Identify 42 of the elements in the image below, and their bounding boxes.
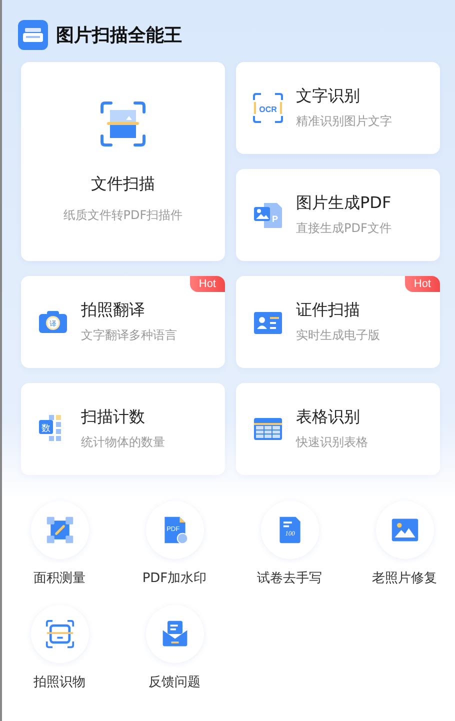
app-title: 图片扫描全能王 [56, 24, 182, 47]
pdf-document-icon [164, 516, 188, 544]
card-subtitle: 快速识别表格 [296, 434, 368, 451]
tool-label: 老照片修复 [372, 570, 437, 587]
document-scan-icon [99, 100, 147, 148]
card-title: 文字识别 [296, 86, 361, 107]
icon-label: P [272, 214, 278, 224]
card-subtitle: 实时生成电子版 [296, 327, 380, 344]
scan-object-icon [44, 619, 74, 649]
hot-badge: Hot [404, 276, 440, 292]
tool-label: 试卷去手写 [257, 570, 322, 587]
card-title: 图片生成PDF [296, 193, 392, 214]
feature-card[interactable]: OCR 文字识别 精准识别图片文字 [236, 62, 440, 154]
icon-label: 数 [42, 424, 50, 434]
tool-label: PDF加水印 [142, 570, 207, 587]
tool-label: 拍照识物 [34, 674, 86, 691]
card-subtitle: 文字翻译多种语言 [81, 327, 177, 344]
card-title: 扫描计数 [81, 407, 146, 428]
tool-label: 面积测量 [34, 570, 86, 587]
feature-card[interactable]: 表格识别 快速识别表格 [236, 383, 440, 475]
feature-card[interactable]: Hot 证件扫描 实时生成电子版 [236, 276, 440, 368]
grid-count-icon [39, 415, 61, 441]
card-subtitle: 直接生成PDF文件 [296, 220, 392, 237]
icon-label: OCR [259, 105, 277, 114]
exam-paper-icon [279, 516, 300, 544]
area-measure-icon [44, 515, 74, 545]
tool-label: 反馈问题 [148, 674, 200, 691]
card-subtitle: 精准识别图片文字 [296, 113, 392, 130]
card-title: 证件扫描 [296, 300, 361, 321]
card-title: 文件扫描 [90, 174, 156, 194]
card-title: 拍照翻译 [81, 300, 146, 321]
feature-card[interactable]: 文件扫描 纸质文件转PDF扫描件 [21, 62, 225, 261]
ocr-frame-icon [253, 93, 283, 123]
card-title: 表格识别 [296, 407, 361, 428]
card-subtitle: 统计物体的数量 [81, 434, 165, 451]
hot-badge: Hot [190, 276, 225, 292]
card-subtitle: 纸质文件转PDF扫描件 [63, 206, 183, 224]
image-document-icon [254, 203, 282, 228]
feature-card[interactable]: P 图片生成PDF 直接生成PDF文件 [236, 169, 440, 261]
camera-icon [39, 311, 67, 333]
feature-card[interactable]: 数 扫描计数 统计物体的数量 [21, 383, 225, 475]
scanner-logo-icon [18, 20, 48, 50]
